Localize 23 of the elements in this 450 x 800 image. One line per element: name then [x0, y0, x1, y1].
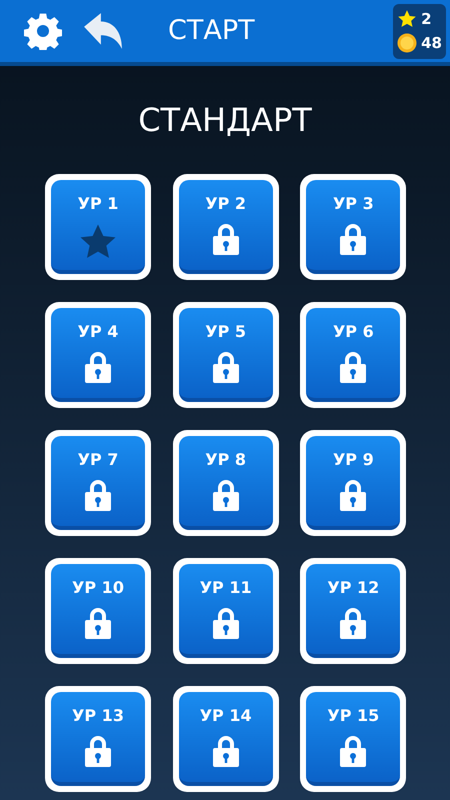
level-button[interactable]: УР 12 — [300, 558, 406, 664]
level-button[interactable]: УР 7 — [45, 430, 151, 536]
level-button[interactable]: УР 9 — [300, 430, 406, 536]
screen-title: СТАРТ — [168, 14, 256, 48]
level-button[interactable]: УР 3 — [300, 174, 406, 280]
back-arrow-icon[interactable] — [82, 12, 124, 50]
level-button[interactable]: УР 13 — [45, 686, 151, 792]
level-button[interactable]: УР 10 — [45, 558, 151, 664]
level-button[interactable]: УР 5 — [172, 302, 279, 408]
level-button[interactable]: УР 11 — [172, 558, 279, 664]
coin-count: 48 — [421, 33, 442, 54]
star-count: 2 — [421, 8, 432, 30]
level-button[interactable]: УР 2 — [172, 174, 279, 280]
section-title: СТАНДАРТ — [137, 100, 313, 141]
level-button[interactable]: УР 4 — [45, 302, 151, 408]
settings-icon[interactable] — [24, 12, 62, 50]
level-button[interactable]: УР 14 — [172, 686, 279, 792]
star-icon — [397, 8, 418, 29]
coin-icon — [397, 33, 418, 54]
level-button[interactable]: УР 8 — [172, 430, 279, 536]
level-button[interactable]: УР 15 — [300, 686, 406, 792]
level-button[interactable]: УР 1 — [45, 174, 151, 280]
level-button[interactable]: УР 6 — [300, 302, 406, 408]
